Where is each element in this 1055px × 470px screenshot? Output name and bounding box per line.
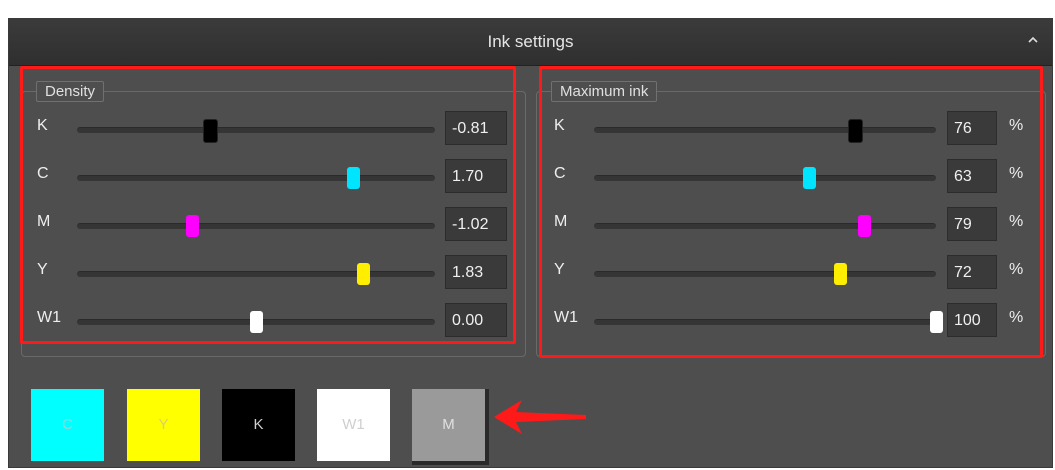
percent-unit: % [1009,261,1024,278]
percent-unit: % [1009,117,1024,134]
max_ink-row-c: C 63% [554,159,1034,195]
slider-track[interactable] [77,263,435,285]
value-field[interactable]: 63 [947,159,997,193]
max_ink-row-m: M 79% [554,207,1034,243]
density-row-w1: W1 0.00 [37,303,517,339]
maximum-ink-legend: Maximum ink [551,81,658,102]
channel-label: M [554,213,568,230]
max_ink-row-k: K 76% [554,111,1034,147]
swatch-y[interactable]: Y [127,389,200,461]
slider-thumb[interactable] [203,119,219,143]
panel-title: Ink settings [487,32,574,51]
max_ink-row-y: Y 72% [554,255,1034,291]
channel-label: K [37,117,48,134]
slider-thumb[interactable] [803,167,817,189]
value-field[interactable]: 76 [947,111,997,145]
slider-track[interactable] [594,311,943,333]
max_ink-row-w1: W1 100% [554,303,1034,339]
density-row-m: M -1.02 [37,207,517,243]
channel-label: C [554,165,566,182]
swatch-m[interactable]: M [412,389,489,465]
channel-label: W1 [37,309,61,326]
channel-label: C [37,165,49,182]
panel-header[interactable]: Ink settings [9,19,1052,66]
percent-unit: % [1009,213,1024,230]
channel-label: W1 [554,309,578,326]
slider-thumb[interactable] [930,311,943,333]
slider-track[interactable] [77,215,435,237]
value-field[interactable]: 79 [947,207,997,241]
value-field[interactable]: 1.83 [445,255,507,289]
channel-label: K [554,117,565,134]
swatch-k[interactable]: K [222,389,295,461]
slider-track[interactable] [594,119,936,143]
channel-label: Y [37,261,48,278]
slider-track[interactable] [594,263,936,285]
value-field[interactable]: -0.81 [445,111,507,145]
percent-unit: % [1009,309,1024,326]
slider-track[interactable] [77,311,435,333]
slider-thumb[interactable] [858,215,872,237]
slider-thumb[interactable] [185,215,199,237]
slider-thumb[interactable] [847,119,863,143]
channel-label: Y [554,261,565,278]
density-row-c: C 1.70 [37,159,517,195]
density-row-y: Y 1.83 [37,255,517,291]
left-arrow-icon [494,400,586,434]
percent-unit: % [1009,165,1024,182]
slider-thumb[interactable] [834,263,848,285]
slider-thumb[interactable] [346,167,360,189]
value-field[interactable]: 1.70 [445,159,507,193]
density-row-k: K -0.81 [37,111,517,147]
value-field[interactable]: -1.02 [445,207,507,241]
chevron-up-icon[interactable] [1026,33,1040,47]
swatch-c[interactable]: C [31,389,104,461]
value-field[interactable]: 100 [947,303,997,337]
channel-label: M [37,213,51,230]
swatch-w1[interactable]: W1 [317,389,390,461]
value-field[interactable]: 72 [947,255,997,289]
slider-thumb[interactable] [357,263,371,285]
slider-track[interactable] [77,119,435,143]
slider-track[interactable] [77,167,435,189]
value-field[interactable]: 0.00 [445,303,507,337]
slider-track[interactable] [594,215,936,237]
density-legend: Density [36,81,105,102]
slider-thumb[interactable] [250,311,263,333]
slider-track[interactable] [594,167,936,189]
